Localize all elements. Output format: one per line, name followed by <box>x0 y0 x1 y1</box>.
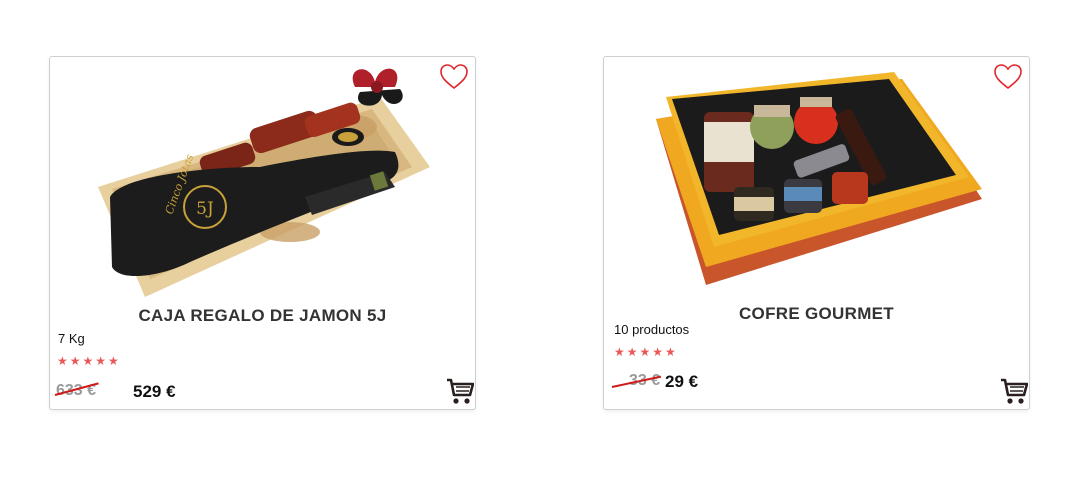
product-weight: 7 Kg <box>58 331 85 346</box>
product-image[interactable]: 5J Cinco Jotas <box>50 57 475 297</box>
product-quantity: 10 productos <box>614 322 690 337</box>
heart-icon[interactable] <box>993 63 1023 91</box>
ribbon-bow <box>352 68 403 106</box>
rating-stars: ★★★★★ <box>57 354 121 368</box>
cart-icon[interactable] <box>446 377 474 405</box>
product-card[interactable]: COFRE GOURMET 10 productos ★★★★★ 33 € 29… <box>603 56 1030 410</box>
rating-stars: ★★★★★ <box>614 345 678 359</box>
product-title[interactable]: COFRE GOURMET <box>604 304 1029 324</box>
cart-icon[interactable] <box>1000 377 1028 405</box>
current-price: 529 € <box>133 382 176 401</box>
brand-logo-text: 5J <box>196 199 214 219</box>
product-image[interactable] <box>604 57 1029 297</box>
product-title[interactable]: CAJA REGALO DE JAMON 5J <box>50 306 475 326</box>
product-card[interactable]: 5J Cinco Jotas CAJA REGALO DE JAMON 5J 7… <box>49 56 476 410</box>
heart-icon[interactable] <box>439 63 469 91</box>
current-price: 29 € <box>665 372 699 391</box>
